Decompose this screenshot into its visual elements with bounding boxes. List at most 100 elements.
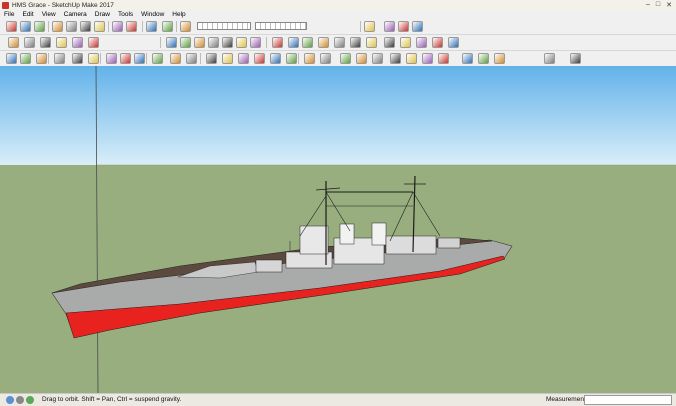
sketchup-app-icon bbox=[2, 1, 9, 9]
left-view-icon[interactable] bbox=[350, 37, 361, 48]
measurements-label: Measurements bbox=[546, 396, 589, 403]
tape-icon[interactable] bbox=[152, 53, 163, 64]
menu-camera[interactable]: Camera bbox=[60, 11, 91, 18]
layers-icon[interactable] bbox=[432, 37, 443, 48]
section-cut-icon[interactable] bbox=[416, 37, 427, 48]
iso-view-icon[interactable] bbox=[272, 37, 283, 48]
walkthrough-icon[interactable] bbox=[356, 53, 367, 64]
select-icon[interactable] bbox=[8, 37, 19, 48]
push-pull-icon[interactable] bbox=[40, 37, 51, 48]
orbit-icon[interactable] bbox=[222, 53, 233, 64]
section-icon[interactable] bbox=[384, 37, 395, 48]
shadow-date-slider[interactable] bbox=[197, 22, 251, 30]
circle-icon[interactable] bbox=[106, 53, 117, 64]
open-icon[interactable] bbox=[20, 21, 31, 32]
eraser-icon[interactable] bbox=[20, 53, 31, 64]
menu-draw[interactable]: Draw bbox=[91, 11, 114, 18]
walk-icon[interactable] bbox=[304, 53, 315, 64]
send-to-layout-icon[interactable] bbox=[570, 53, 581, 64]
shadow-time-slider[interactable] bbox=[255, 22, 307, 30]
menu-tools[interactable]: Tools bbox=[114, 11, 137, 18]
move-icon[interactable] bbox=[56, 37, 67, 48]
sandbox-icon[interactable] bbox=[422, 53, 433, 64]
menu-edit[interactable]: Edit bbox=[18, 11, 37, 18]
toolbar-standard bbox=[0, 19, 676, 35]
outliner-icon[interactable] bbox=[448, 37, 459, 48]
get-models-icon[interactable] bbox=[494, 53, 505, 64]
menu-view[interactable]: View bbox=[38, 11, 60, 18]
shaded-icon[interactable] bbox=[222, 37, 233, 48]
copy-icon[interactable] bbox=[66, 21, 77, 32]
zoom-extents-icon[interactable] bbox=[286, 53, 297, 64]
print-icon[interactable] bbox=[146, 21, 157, 32]
back-view-icon[interactable] bbox=[334, 37, 345, 48]
xray-icon[interactable] bbox=[166, 37, 177, 48]
dimension-icon[interactable] bbox=[170, 53, 181, 64]
new-icon[interactable] bbox=[6, 21, 17, 32]
3d-viewport[interactable] bbox=[0, 66, 676, 393]
zoom-window-icon[interactable] bbox=[270, 53, 281, 64]
undo-icon[interactable] bbox=[112, 21, 123, 32]
axes-icon[interactable] bbox=[206, 53, 217, 64]
credits-icon[interactable] bbox=[16, 396, 24, 404]
arrow-icon[interactable] bbox=[6, 53, 17, 64]
share-model-icon[interactable] bbox=[478, 53, 489, 64]
next-view-icon[interactable] bbox=[406, 53, 417, 64]
scale-icon[interactable] bbox=[88, 37, 99, 48]
previous-view-icon[interactable] bbox=[390, 53, 401, 64]
front-view-icon[interactable] bbox=[302, 37, 313, 48]
redo-icon[interactable] bbox=[126, 21, 137, 32]
offset-icon[interactable] bbox=[134, 53, 145, 64]
toolbar-separator bbox=[108, 21, 109, 32]
save-icon[interactable] bbox=[34, 21, 45, 32]
position-camera-icon[interactable] bbox=[340, 53, 351, 64]
section-plane-icon[interactable] bbox=[372, 53, 383, 64]
arc-icon[interactable] bbox=[72, 53, 83, 64]
title-bar: HMS Grace - SketchUp Make 2017 – □ ✕ bbox=[0, 0, 676, 10]
components-icon[interactable] bbox=[398, 21, 409, 32]
textured-icon[interactable] bbox=[236, 37, 247, 48]
text-icon[interactable] bbox=[186, 53, 197, 64]
erase-icon[interactable] bbox=[94, 21, 105, 32]
cut-icon[interactable] bbox=[52, 21, 63, 32]
photo-texture-icon[interactable] bbox=[462, 53, 473, 64]
right-view-icon[interactable] bbox=[318, 37, 329, 48]
hidden-line-icon[interactable] bbox=[208, 37, 219, 48]
back-edges-icon[interactable] bbox=[180, 37, 191, 48]
menu-window[interactable]: Window bbox=[137, 11, 168, 18]
help-icon[interactable] bbox=[26, 396, 34, 404]
rectangle-icon[interactable] bbox=[88, 53, 99, 64]
rotate-icon[interactable] bbox=[72, 37, 83, 48]
geolocation-icon[interactable] bbox=[6, 396, 14, 404]
paste-icon[interactable] bbox=[80, 21, 91, 32]
toolbar-separator bbox=[266, 37, 267, 48]
maximize-icon[interactable]: □ bbox=[656, 1, 660, 9]
close-icon[interactable]: ✕ bbox=[666, 1, 672, 9]
polygon-icon[interactable] bbox=[120, 53, 131, 64]
top-view-icon[interactable] bbox=[288, 37, 299, 48]
zoom-icon[interactable] bbox=[254, 53, 265, 64]
extension-icon[interactable] bbox=[384, 21, 395, 32]
extension-warehouse-icon[interactable] bbox=[544, 53, 555, 64]
pencil-icon[interactable] bbox=[36, 53, 47, 64]
toolbar-separator bbox=[360, 21, 361, 32]
menu-file[interactable]: File bbox=[0, 11, 18, 18]
shadow-icon[interactable] bbox=[180, 21, 191, 32]
wireframe-icon[interactable] bbox=[194, 37, 205, 48]
model-scene[interactable] bbox=[0, 66, 676, 393]
aft-turret bbox=[437, 237, 461, 249]
bottom-view-icon[interactable] bbox=[366, 37, 377, 48]
measurements-input[interactable] bbox=[584, 395, 672, 405]
model-info-icon[interactable] bbox=[162, 21, 173, 32]
styles-icon[interactable] bbox=[412, 21, 423, 32]
add-location-icon[interactable] bbox=[438, 53, 449, 64]
warehouse-icon[interactable] bbox=[364, 21, 375, 32]
pan-icon[interactable] bbox=[238, 53, 249, 64]
minimize-icon[interactable]: – bbox=[646, 1, 650, 9]
look-around-icon[interactable] bbox=[320, 53, 331, 64]
monochrome-icon[interactable] bbox=[250, 37, 261, 48]
paint-icon[interactable] bbox=[24, 37, 35, 48]
section-display-icon[interactable] bbox=[400, 37, 411, 48]
menu-help[interactable]: Help bbox=[168, 11, 189, 18]
line-icon[interactable] bbox=[54, 53, 65, 64]
